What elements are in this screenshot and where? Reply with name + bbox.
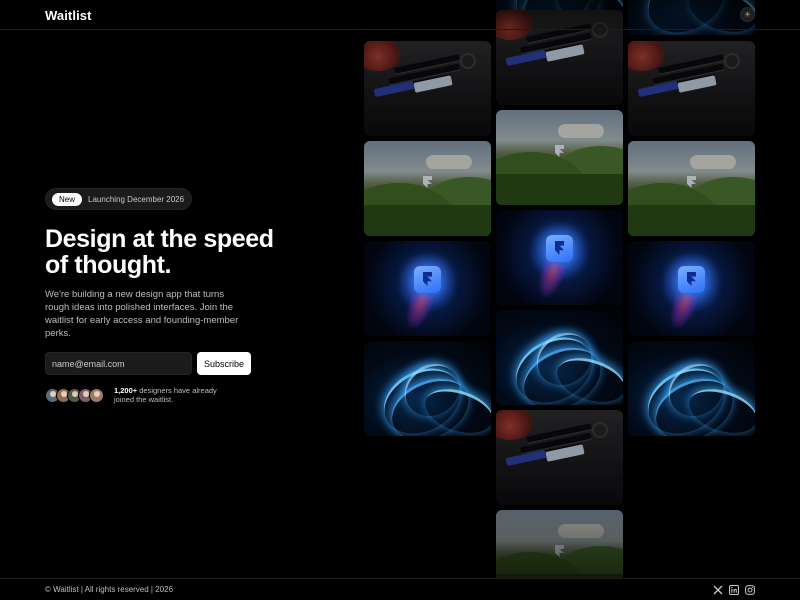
- new-pill: New: [52, 192, 83, 206]
- gallery-tile-app-icon: [628, 241, 755, 336]
- hero-description: We're building a new design app that tur…: [45, 289, 239, 339]
- footer: © Waitlist | All rights reserved | 2026: [0, 578, 800, 600]
- gallery-tile-keyboard: [364, 41, 491, 136]
- gallery-tile-keyboard: [496, 410, 623, 505]
- launch-date-text: Launching December 2026: [88, 194, 185, 204]
- gallery-tile-app-icon: [364, 241, 491, 336]
- launch-badge: New Launching December 2026: [45, 188, 193, 210]
- sun-icon: ☀: [743, 9, 752, 19]
- waitlist-count: 1,200+: [114, 386, 138, 395]
- social-proof: 1,200+ designers have already joined the…: [45, 386, 335, 404]
- waitlist-count-text: 1,200+ designers have already joined the…: [114, 386, 224, 404]
- email-input[interactable]: [45, 352, 192, 375]
- gallery-tile-landscape: [364, 141, 491, 236]
- waitlist-form: Subscribe: [45, 352, 335, 375]
- gallery-tile-wave: [364, 341, 491, 436]
- avatar-stack: [45, 387, 104, 403]
- gallery-tile-keyboard: [628, 41, 755, 136]
- linkedin-icon[interactable]: [728, 584, 739, 595]
- instagram-icon[interactable]: [744, 584, 755, 595]
- gallery-tile-app-icon: [496, 210, 623, 305]
- subscribe-button[interactable]: Subscribe: [197, 352, 252, 375]
- brand-logo[interactable]: Waitlist: [45, 8, 92, 23]
- image-gallery: [364, 0, 756, 578]
- gallery-tile-landscape: [496, 510, 623, 578]
- copyright-text: © Waitlist | All rights reserved | 2026: [45, 585, 174, 594]
- gallery-tile-landscape: [628, 141, 755, 236]
- gallery-tile-wave: [628, 341, 755, 436]
- theme-toggle-button[interactable]: ☀: [740, 7, 755, 22]
- x-icon[interactable]: [712, 584, 723, 595]
- social-links: [712, 584, 755, 595]
- gallery-tile-wave: [496, 310, 623, 405]
- avatar: [89, 387, 104, 403]
- page-title: Design at the speed of thought.: [45, 225, 274, 279]
- top-bar: Waitlist ☀: [0, 0, 800, 30]
- gallery-tile-landscape: [496, 110, 623, 205]
- hero-section: New Launching December 2026 Design at th…: [45, 188, 335, 404]
